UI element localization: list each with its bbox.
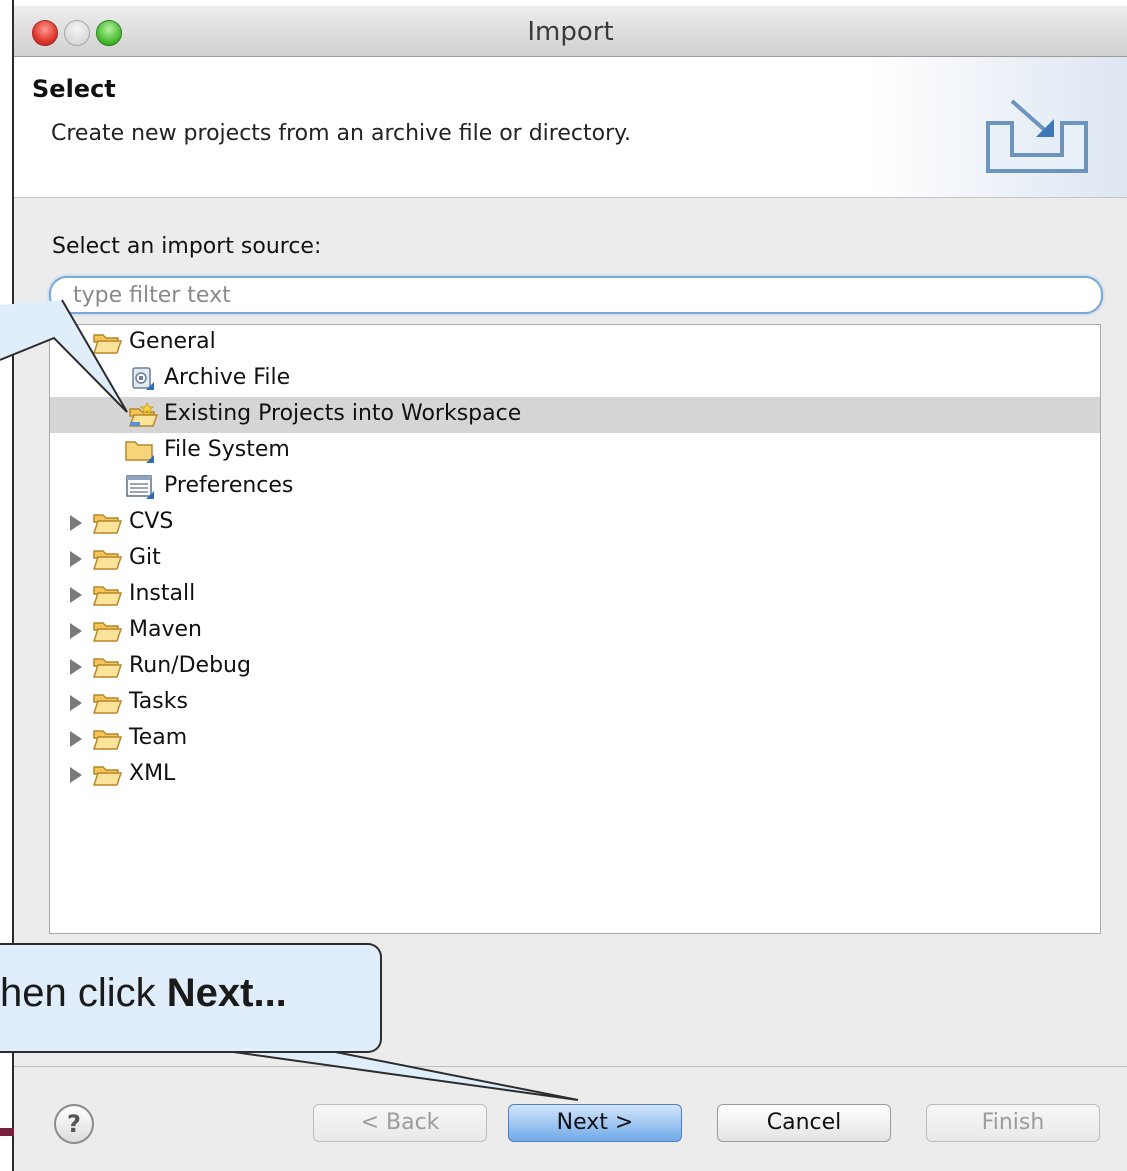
tree-item-label: Team <box>129 725 188 750</box>
import-wizard-icon <box>986 99 1088 173</box>
wizard-header: Select Create new projects from an archi… <box>14 57 1127 198</box>
tree-item-label: General <box>129 329 216 354</box>
next-button[interactable]: Next > <box>508 1104 682 1142</box>
preferences-icon <box>126 475 154 499</box>
tree-item-archive-file[interactable]: Archive File <box>50 361 1100 397</box>
tree-item-git[interactable]: Git <box>50 541 1100 577</box>
tree-item-label: Existing Projects into Workspace <box>164 401 522 426</box>
tree-item-maven[interactable]: Maven <box>50 613 1100 649</box>
tree-item-label: Install <box>129 581 196 606</box>
tree-item-general[interactable]: General <box>50 325 1100 361</box>
next-callout: hen click Next... <box>0 943 382 1053</box>
tree-item-tasks[interactable]: Tasks <box>50 685 1100 721</box>
expand-triangle-icon[interactable] <box>70 515 82 531</box>
expand-triangle-icon[interactable] <box>70 695 82 711</box>
tree-item-preferences[interactable]: Preferences <box>50 469 1100 505</box>
filter-field[interactable] <box>49 276 1103 314</box>
expand-triangle-icon[interactable] <box>70 731 82 747</box>
tree-item-label: Archive File <box>164 365 291 390</box>
tree-item-existing-projects[interactable]: Existing Projects into Workspace <box>50 397 1100 433</box>
tree-item-run-debug[interactable]: Run/Debug <box>50 649 1100 685</box>
callout-text: hen click Next... <box>0 971 287 1016</box>
tree-item-install[interactable]: Install <box>50 577 1100 613</box>
help-button[interactable]: ? <box>54 1104 94 1144</box>
archive-file-icon <box>132 367 154 390</box>
folder-icon <box>92 550 122 570</box>
expand-triangle-icon[interactable] <box>70 551 82 567</box>
folder-icon <box>92 622 122 642</box>
footer-divider <box>14 1066 1127 1067</box>
tree-item-label: File System <box>164 437 290 462</box>
callout-bold: Next... <box>166 971 287 1015</box>
tree-item-label: CVS <box>129 509 174 534</box>
tree-item-cvs[interactable]: CVS <box>50 505 1100 541</box>
title-bar: Import <box>14 6 1127 57</box>
import-source-tree: General Archive File Existing Projects i… <box>49 324 1101 934</box>
expand-triangle-icon[interactable] <box>70 659 82 675</box>
page-description: Create new projects from an archive file… <box>51 121 631 146</box>
folder-icon <box>92 514 122 534</box>
tree-item-label: Maven <box>129 617 202 642</box>
page-title: Select <box>32 75 116 103</box>
folder-icon <box>92 730 122 750</box>
back-button[interactable]: < Back <box>313 1104 487 1142</box>
folder-icon <box>92 586 122 606</box>
tree-item-xml[interactable]: XML <box>50 757 1100 793</box>
cancel-button[interactable]: Cancel <box>717 1104 891 1142</box>
folder-open-icon <box>92 334 122 354</box>
expand-triangle-icon[interactable] <box>70 623 82 639</box>
callout-prefix: hen click <box>0 971 167 1015</box>
tree-item-label: Tasks <box>129 689 188 714</box>
window-title: Import <box>527 17 614 47</box>
filter-input[interactable] <box>71 280 1075 310</box>
slide-accent-bar <box>0 1128 14 1136</box>
existing-projects-icon <box>128 402 158 427</box>
folder-icon <box>92 658 122 678</box>
tree-item-label: Git <box>129 545 161 570</box>
tree-item-label: Run/Debug <box>129 653 251 678</box>
tree-item-file-system[interactable]: File System <box>50 433 1100 469</box>
tree-item-label: Preferences <box>164 473 294 498</box>
expand-triangle-icon[interactable] <box>70 767 82 783</box>
tree-item-team[interactable]: Team <box>50 721 1100 757</box>
collapse-triangle-icon[interactable] <box>68 337 84 349</box>
import-source-label: Select an import source: <box>52 234 322 259</box>
finish-button[interactable]: Finish <box>926 1104 1100 1142</box>
folder-icon <box>92 694 122 714</box>
file-system-folder-icon <box>125 441 154 463</box>
folder-icon <box>92 766 122 786</box>
expand-triangle-icon[interactable] <box>70 587 82 603</box>
tree-item-label: XML <box>129 761 176 786</box>
